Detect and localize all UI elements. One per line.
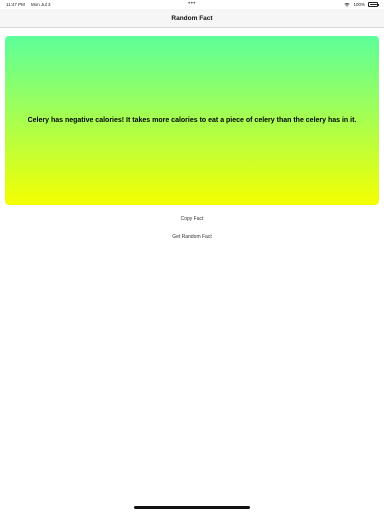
fact-card: Celery has negative calories! It takes m… xyxy=(5,36,379,205)
battery-percent: 100% xyxy=(353,2,365,7)
navigation-bar: Random Fact xyxy=(0,9,384,28)
status-date: Mon Jul 3 xyxy=(30,2,51,7)
status-bar: 11:47 PM Mon Jul 3 ••• 100% xyxy=(0,0,384,9)
status-time: 11:47 PM xyxy=(6,2,25,7)
multitasking-dots[interactable]: ••• xyxy=(188,1,196,7)
status-left: 11:47 PM Mon Jul 3 xyxy=(6,2,50,7)
fact-text: Celery has negative calories! It takes m… xyxy=(27,117,357,124)
app-screen: 11:47 PM Mon Jul 3 ••• 100% Random Fact … xyxy=(0,0,384,512)
home-indicator[interactable] xyxy=(134,506,250,509)
page-title: Random Fact xyxy=(171,14,213,22)
copy-fact-button[interactable]: Copy Fact xyxy=(181,216,204,222)
battery-icon xyxy=(368,2,379,7)
get-random-fact-button[interactable]: Get Random Fact xyxy=(172,234,211,240)
status-right: 100% xyxy=(344,2,379,7)
wifi-icon xyxy=(344,2,351,7)
